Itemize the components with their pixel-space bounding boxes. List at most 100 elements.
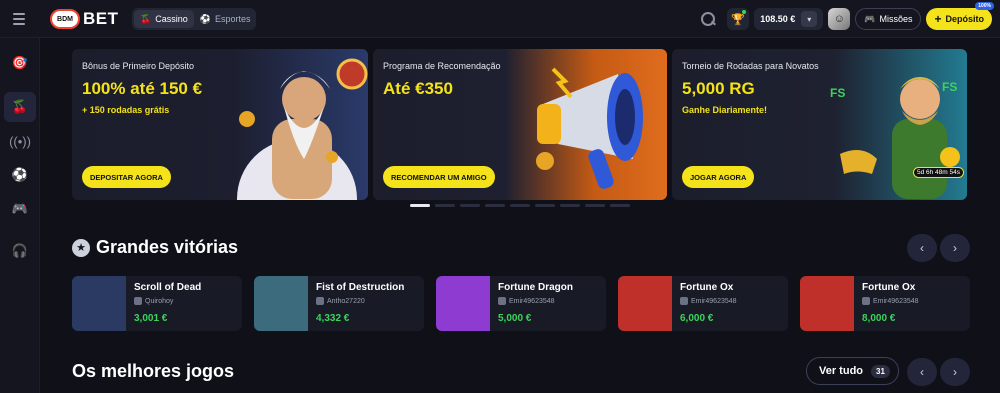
prev-arrow-button[interactable]: ‹: [907, 234, 937, 262]
balance-value: 108.50 €: [760, 14, 796, 24]
notification-dot: [742, 10, 747, 14]
user-icon: [862, 297, 870, 305]
search-icon[interactable]: [698, 9, 718, 29]
carousel-dot[interactable]: [435, 204, 455, 207]
mode-switch: 🍒 Cassino ⚽ Esportes: [132, 8, 256, 30]
section-title-best-games: Os melhores jogos: [72, 361, 234, 382]
carousel-dot[interactable]: [560, 204, 580, 207]
winner-name: Quirohoy: [145, 297, 174, 305]
deposit-bonus-badge: 100%: [975, 2, 994, 10]
win-card[interactable]: Fortune Ox Emir49623548 8,000 €: [800, 276, 970, 331]
top-bar: BDM BET 🍒 Cassino ⚽ Esportes 🏆 108.50 € …: [0, 0, 1000, 38]
win-card[interactable]: Scroll of Dead Quirohoy 3,001 €: [72, 276, 242, 331]
winner-user: Antho27220: [316, 297, 365, 305]
deposit-label: Depósito: [945, 14, 984, 24]
carousel-dot[interactable]: [585, 204, 605, 207]
banner-amount: 100% até 150 €: [82, 79, 203, 98]
winner-user: Emir49623548: [862, 297, 919, 305]
banner-subtitle: Ganhe Diariamente!: [682, 105, 768, 115]
win-amount: 3,001 €: [134, 313, 168, 324]
hamburger-menu-icon[interactable]: [8, 8, 30, 30]
refer-friend-button[interactable]: RECOMENDAR UM AMIGO: [383, 166, 495, 188]
winner-name: Emir49623548: [691, 297, 737, 305]
section-title-text: Os melhores jogos: [72, 361, 235, 381]
missions-button[interactable]: 🎮 Missões: [855, 8, 922, 30]
logo-text: BET: [83, 9, 119, 28]
carousel-dot[interactable]: [485, 204, 505, 207]
soccer-ball-icon[interactable]: ⚽: [4, 160, 36, 190]
prev-arrow-button[interactable]: ‹: [907, 358, 937, 386]
carousel-dot[interactable]: [535, 204, 555, 207]
cherries-icon[interactable]: 🍒: [4, 92, 36, 122]
win-amount: 4,332 €: [316, 313, 350, 324]
live-broadcast-icon[interactable]: ((•)): [4, 126, 36, 156]
game-thumbnail: [800, 276, 854, 331]
deposit-button[interactable]: + Depósito 100%: [926, 2, 994, 30]
game-thumbnail: [618, 276, 672, 331]
games-count-badge: 31: [871, 364, 890, 378]
game-name: Fortune Dragon: [498, 282, 573, 293]
game-thumbnail: [436, 276, 490, 331]
game-thumbnail: [254, 276, 308, 331]
trophy-icon: 🏆: [731, 13, 746, 26]
megaphone-illustration: [536, 67, 643, 189]
carousel-dot[interactable]: [510, 204, 530, 207]
next-arrow-button[interactable]: ›: [940, 234, 970, 262]
header-actions: 🏆 108.50 € ▾ ☺ 🎮 Missões + Depósito 100%: [698, 2, 994, 31]
winner-user: Emir49623548: [680, 297, 737, 305]
missions-label: Missões: [879, 14, 913, 24]
sidebar: 🎯 🍒 ((•)) ⚽ 🎮 🎧: [0, 38, 40, 393]
play-now-button[interactable]: JOGAR AGORA: [682, 166, 755, 188]
win-amount: 6,000 €: [680, 313, 714, 324]
winner-name: Emir49623548: [873, 297, 919, 305]
next-arrow-button[interactable]: ›: [940, 358, 970, 386]
carousel-dot[interactable]: [410, 204, 430, 207]
tab-esportes[interactable]: ⚽ Esportes: [194, 10, 257, 28]
headset-support-icon[interactable]: 🎧: [4, 236, 36, 266]
dart-target-icon[interactable]: 🎯: [4, 48, 36, 78]
tab-cassino[interactable]: 🍒 Cassino: [134, 10, 194, 28]
tournament-timer: 5d 6h 48m 54s: [912, 167, 964, 178]
carousel-dot[interactable]: [610, 204, 630, 207]
win-amount: 5,000 €: [498, 313, 532, 324]
plus-icon: +: [934, 12, 942, 26]
user-icon: [498, 297, 506, 305]
game-name: Fortune Ox: [862, 282, 916, 293]
logo[interactable]: BDM BET: [50, 8, 119, 30]
logo-badge: BDM: [50, 9, 80, 29]
balance-display[interactable]: 108.50 € ▾: [754, 8, 824, 30]
win-card[interactable]: Fist of Destruction Antho27220 4,332 €: [254, 276, 424, 331]
view-all-button[interactable]: Ver tudo 31: [806, 357, 899, 385]
carousel-indicators: [410, 204, 630, 207]
view-all-label: Ver tudo: [819, 365, 864, 377]
banner-referral[interactable]: Programa de Recomendação Até €350 RECOME…: [373, 49, 667, 200]
user-icon: [680, 297, 688, 305]
winner-name: Emir49623548: [509, 297, 555, 305]
section-title-text: Grandes vitórias: [96, 237, 239, 257]
avatar[interactable]: ☺: [828, 8, 851, 30]
deposit-now-button[interactable]: DEPOSITAR AGORA: [82, 166, 171, 188]
user-icon: [316, 297, 324, 305]
winner-user: Quirohoy: [134, 297, 173, 305]
svg-text:FS: FS: [830, 86, 845, 100]
banner-amount: Até €350: [383, 79, 453, 98]
banner-title: Torneio de Rodadas para Novatos: [682, 61, 819, 71]
gamepad-icon[interactable]: 🎮: [4, 194, 36, 224]
tab-cassino-label: Cassino: [155, 14, 188, 24]
cherries-icon: 🍒: [140, 13, 152, 24]
win-amount: 8,000 €: [862, 313, 896, 324]
svg-text:FS: FS: [942, 80, 957, 94]
carousel-dot[interactable]: [460, 204, 480, 207]
tab-esportes-label: Esportes: [214, 14, 251, 24]
game-name: Fortune Ox: [680, 282, 734, 293]
banner-subtitle: + 150 rodadas grátis: [82, 105, 170, 115]
win-card[interactable]: Fortune Dragon Emir49623548 5,000 €: [436, 276, 606, 331]
banner-title: Programa de Recomendação: [383, 61, 501, 71]
banner-tournament[interactable]: Torneio de Rodadas para Novatos 5,000 RG…: [672, 49, 967, 200]
wallet-icon[interactable]: ▾: [801, 11, 818, 27]
zeus-illustration: [237, 58, 368, 200]
game-name: Scroll of Dead: [134, 282, 202, 293]
banner-first-deposit[interactable]: Bônus de Primeiro Depósito 100% até 150 …: [72, 49, 368, 200]
win-card[interactable]: Fortune Ox Emir49623548 6,000 €: [618, 276, 788, 331]
trophy-button[interactable]: 🏆: [727, 8, 750, 30]
